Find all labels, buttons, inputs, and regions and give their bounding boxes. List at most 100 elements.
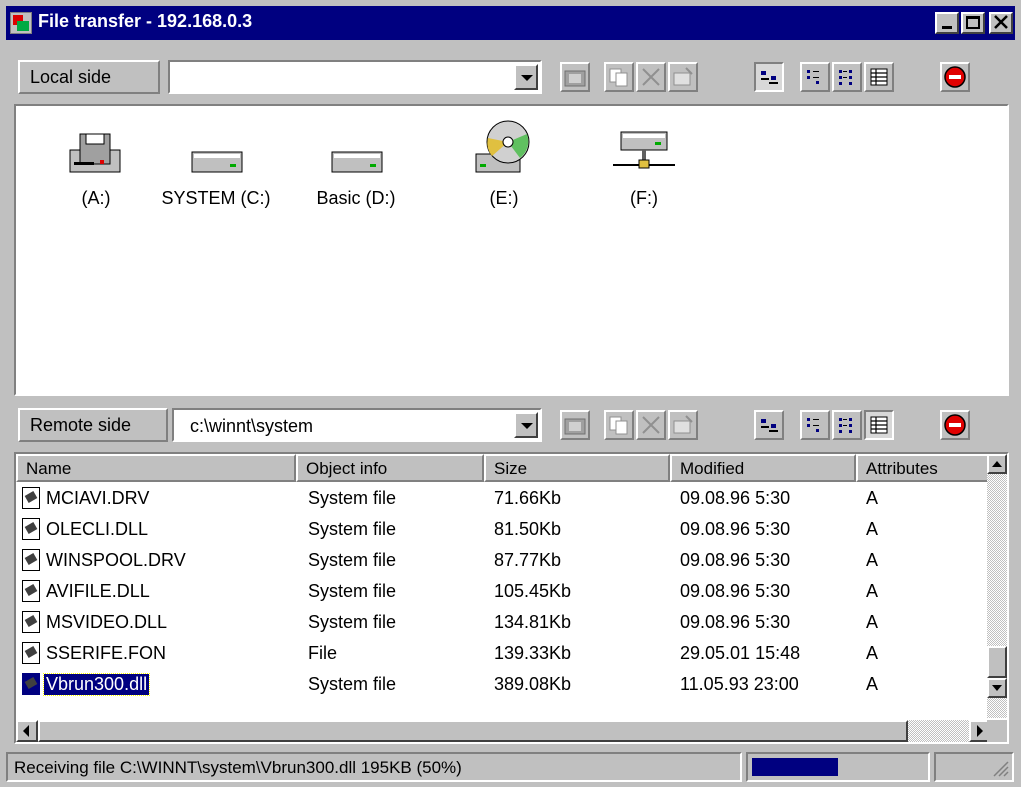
system-file-icon	[22, 611, 40, 633]
scroll-up-button[interactable]	[987, 454, 1007, 474]
file-attributes: A	[866, 550, 879, 570]
table-row[interactable]: MSVIDEO.DLL System file 134.81Kb 09.08.9…	[16, 608, 991, 639]
column-header-size[interactable]: Size	[484, 454, 670, 482]
large-icons-view-icon	[761, 419, 778, 432]
local-path-combo[interactable]	[168, 60, 542, 94]
table-row-selected[interactable]: Vbrun300.dll System file 389.08Kb 11.05.…	[16, 670, 991, 701]
file-attributes: A	[866, 674, 879, 694]
file-name: MSVIDEO.DLL	[46, 612, 168, 632]
horizontal-scrollbar[interactable]	[16, 720, 991, 742]
scroll-down-button[interactable]	[987, 678, 1007, 698]
list-view-icon	[839, 418, 852, 433]
table-row[interactable]: MCIAVI.DRV System file 71.66Kb 09.08.96 …	[16, 484, 991, 515]
copy-icon	[609, 68, 628, 87]
column-header-object-info[interactable]: Object info	[296, 454, 484, 482]
rename-button[interactable]	[668, 62, 698, 92]
file-size: 71.66Kb	[494, 488, 562, 508]
list-view-button[interactable]	[832, 410, 862, 440]
small-icons-view-button[interactable]	[800, 62, 830, 92]
drive-c[interactable]: SYSTEM (C:)	[156, 118, 276, 209]
remote-path-combo[interactable]: c:\winnt\system	[172, 408, 542, 442]
file-size: 389.08Kb	[494, 674, 572, 694]
scroll-left-button[interactable]	[16, 720, 38, 742]
file-attributes: A	[866, 519, 879, 539]
file-info: System file	[308, 488, 397, 508]
rename-button[interactable]	[668, 410, 698, 440]
network-drive-icon	[613, 131, 675, 169]
system-file-icon	[22, 549, 40, 571]
close-button[interactable]	[989, 12, 1013, 34]
stop-button[interactable]	[940, 410, 970, 440]
file-size: 134.81Kb	[494, 612, 572, 632]
delete-icon	[642, 68, 660, 86]
details-view-button[interactable]	[864, 62, 894, 92]
arrow-up-icon	[992, 461, 1002, 467]
scroll-thumb[interactable]	[987, 646, 1007, 678]
file-info: System file	[308, 612, 397, 632]
status-text: Receiving file C:\WINNT\system\Vbrun300.…	[6, 752, 742, 782]
new-folder-button[interactable]	[560, 62, 590, 92]
file-info: System file	[308, 550, 397, 570]
remote-file-list[interactable]: Name Object info Size Modified Attribute…	[14, 452, 1009, 744]
details-view-icon	[870, 68, 888, 86]
table-row[interactable]: AVIFILE.DLL System file 105.45Kb 09.08.9…	[16, 577, 991, 608]
file-size: 81.50Kb	[494, 519, 562, 539]
small-icons-view-button[interactable]	[800, 410, 830, 440]
file-modified: 09.08.96 5:30	[680, 550, 791, 570]
app-icon	[10, 12, 32, 34]
file-info: File	[308, 643, 338, 663]
delete-button[interactable]	[636, 62, 666, 92]
column-header-modified[interactable]: Modified	[670, 454, 856, 482]
column-header-name[interactable]: Name	[16, 454, 296, 482]
file-info: System file	[308, 519, 397, 539]
minimize-button[interactable]	[935, 12, 959, 34]
resize-grip-icon[interactable]	[990, 758, 1010, 778]
title-bar[interactable]: File transfer - 192.168.0.3	[6, 6, 1015, 40]
table-row[interactable]: SSERIFE.FON File 139.33Kb 29.05.01 15:48…	[16, 639, 991, 670]
file-transfer-window: File transfer - 192.168.0.3 Local side (…	[0, 0, 1021, 787]
large-icons-view-button[interactable]	[754, 62, 784, 92]
drive-label: (E:)	[489, 188, 519, 208]
window-title: File transfer - 192.168.0.3	[38, 11, 253, 31]
file-modified: 09.08.96 5:30	[680, 519, 791, 539]
remote-side-label: Remote side	[18, 408, 168, 442]
chevron-down-icon[interactable]	[514, 412, 538, 438]
copy-button[interactable]	[604, 62, 634, 92]
drive-e[interactable]: (E:)	[444, 118, 564, 209]
scroll-thumb[interactable]	[38, 720, 908, 742]
drive-f[interactable]: (F:)	[584, 118, 704, 209]
scroll-corner	[987, 720, 1007, 742]
column-header-attributes[interactable]: Attributes	[856, 454, 991, 482]
arrow-down-icon	[992, 685, 1002, 691]
chevron-down-icon[interactable]	[514, 64, 538, 90]
remote-path-value: c:\winnt\system	[190, 416, 314, 436]
stop-icon	[944, 414, 966, 436]
arrow-left-icon	[23, 725, 29, 737]
hard-drive-icon	[191, 151, 243, 173]
file-attributes: A	[866, 488, 879, 508]
stop-button[interactable]	[940, 62, 970, 92]
floppy-drive-icon	[69, 133, 121, 173]
drive-d[interactable]: Basic (D:)	[296, 118, 416, 209]
list-view-icon	[839, 70, 852, 85]
new-folder-button[interactable]	[560, 410, 590, 440]
local-file-pane[interactable]: (A:) SYSTEM (C:) Basic (D:) (E:) (F:)	[14, 104, 1009, 396]
system-file-icon	[22, 518, 40, 540]
progress-fill	[752, 758, 838, 776]
file-name: Vbrun300.dll	[42, 673, 151, 696]
hard-drive-icon	[331, 151, 383, 173]
details-view-button[interactable]	[864, 410, 894, 440]
copy-button[interactable]	[604, 410, 634, 440]
folder-icon	[564, 70, 586, 87]
file-modified: 11.05.93 23:00	[680, 674, 799, 694]
table-row[interactable]: OLECLI.DLL System file 81.50Kb 09.08.96 …	[16, 515, 991, 546]
delete-icon	[642, 416, 660, 434]
large-icons-view-button[interactable]	[754, 410, 784, 440]
vertical-scrollbar[interactable]	[987, 454, 1007, 718]
file-attributes: A	[866, 612, 879, 632]
maximize-button[interactable]	[961, 12, 985, 34]
table-row[interactable]: WINSPOOL.DRV System file 87.77Kb 09.08.9…	[16, 546, 991, 577]
list-view-button[interactable]	[832, 62, 862, 92]
delete-button[interactable]	[636, 410, 666, 440]
drive-a[interactable]: (A:)	[36, 118, 156, 209]
